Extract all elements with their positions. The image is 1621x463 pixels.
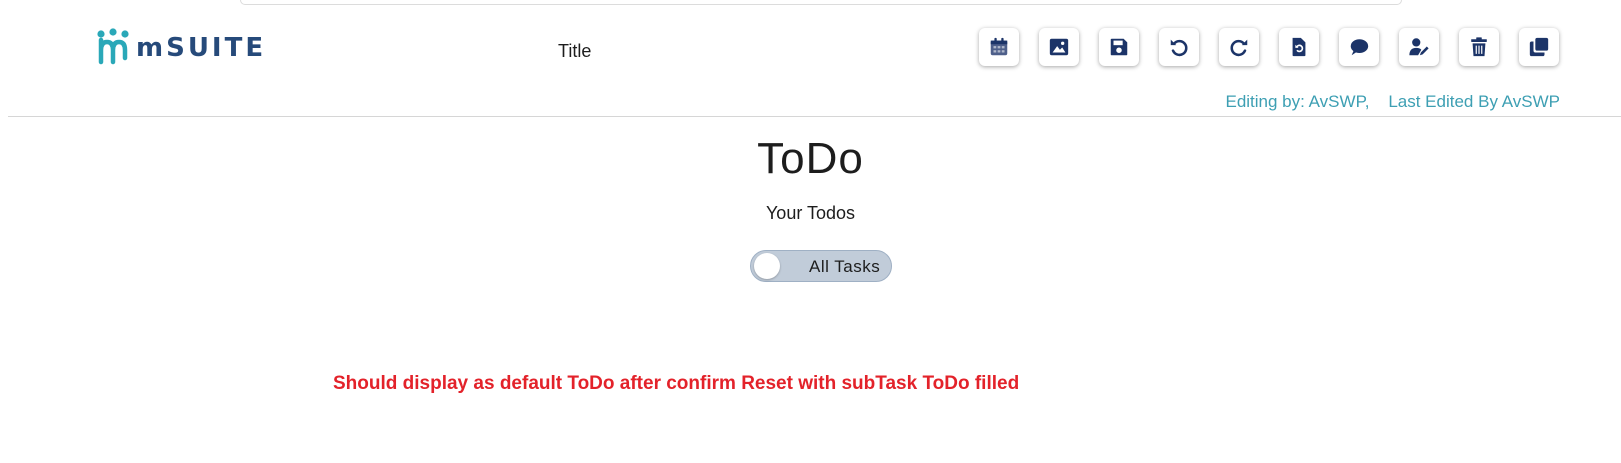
user-edit-button[interactable] [1399, 28, 1439, 66]
page-subtitle: Your Todos [765, 203, 856, 223]
toggle-knob[interactable] [754, 253, 780, 279]
logo-text: mSUITE [136, 33, 267, 63]
edit-info: Editing by: AvSWP, Last Edited By AvSWP [1225, 92, 1560, 111]
toggle-label: All Tasks [809, 257, 881, 276]
browser-top-edge [240, 0, 1402, 5]
page-title: ToDo [757, 134, 864, 183]
header-divider [8, 116, 1621, 117]
calendar-button[interactable] [979, 28, 1019, 66]
image-icon [1049, 38, 1069, 56]
msuite-logo-icon [97, 28, 129, 65]
document-title[interactable]: Title [558, 41, 591, 62]
restore-file-button[interactable] [1279, 28, 1319, 66]
comment-icon [1350, 39, 1369, 56]
comment-button[interactable] [1339, 28, 1379, 66]
image-button[interactable] [1039, 28, 1079, 66]
save-icon [1110, 38, 1128, 56]
delete-button[interactable] [1459, 28, 1499, 66]
user-edit-icon [1409, 38, 1429, 56]
trash-icon [1471, 37, 1487, 57]
restore-file-icon [1292, 37, 1306, 57]
msuite-logo: mSUITE [96, 28, 266, 68]
all-tasks-toggle[interactable]: All Tasks [750, 250, 892, 282]
undo-button[interactable] [1159, 28, 1199, 66]
save-button[interactable] [1099, 28, 1139, 66]
copy-button[interactable] [1519, 28, 1559, 66]
copy-icon [1529, 37, 1549, 57]
toolbar [979, 28, 1559, 66]
redo-button[interactable] [1219, 28, 1259, 66]
test-note: Should display as default ToDo after con… [333, 373, 1020, 394]
redo-icon [1230, 39, 1248, 57]
undo-icon [1170, 39, 1188, 57]
calendar-icon [990, 37, 1008, 56]
